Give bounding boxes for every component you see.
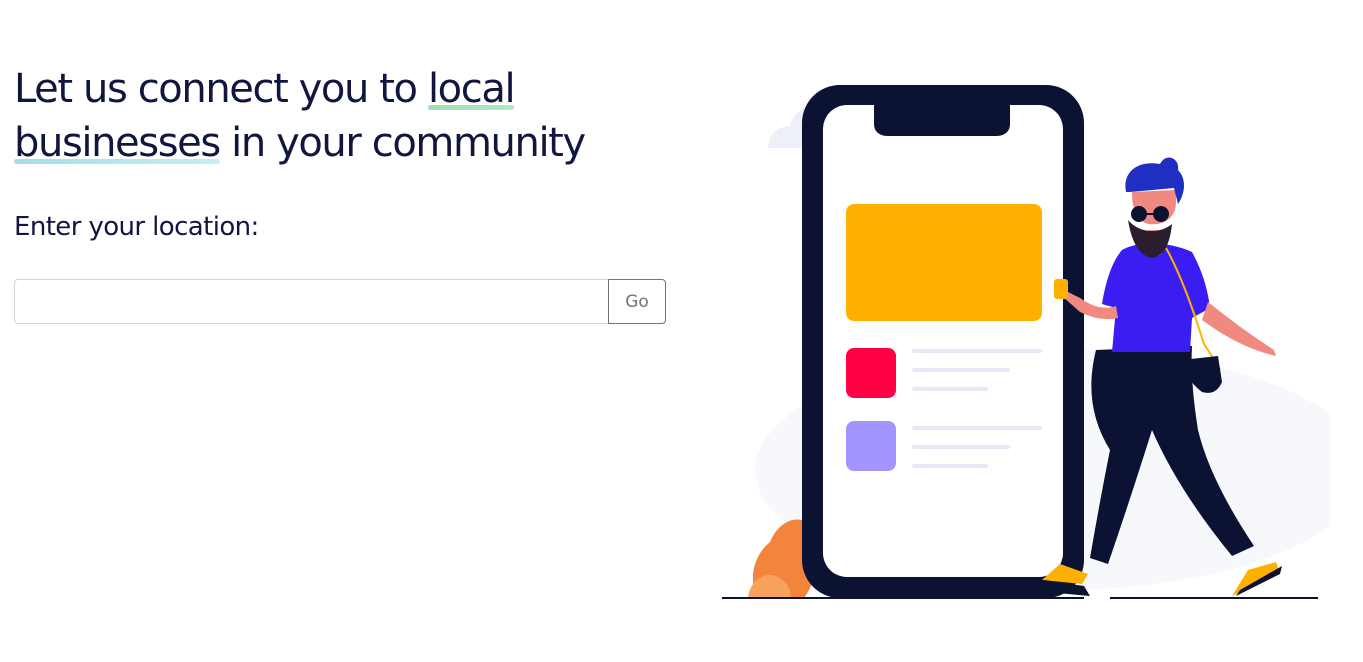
phone-notch	[874, 105, 1010, 136]
man-walking-with-phone-illustration	[722, 85, 1330, 599]
person-arm-right	[1202, 302, 1276, 356]
page: Let us connect you to local businesses in…	[0, 0, 1363, 662]
list-line	[912, 445, 1010, 449]
list-line	[912, 387, 988, 391]
sunglasses-lens	[1153, 206, 1169, 222]
headline-highlight-local: local	[427, 62, 516, 116]
coffee-cup	[1054, 279, 1068, 299]
headline-text-1: Let us connect you to	[14, 66, 428, 112]
phone-screen	[823, 105, 1063, 577]
list-line	[912, 426, 1042, 430]
yellow-card	[846, 204, 1042, 321]
purple-tile	[846, 421, 896, 471]
sunglasses-lens	[1131, 206, 1147, 222]
red-tile	[846, 348, 896, 398]
page-title: Let us connect you to local businesses in…	[14, 62, 674, 170]
person-shirt	[1102, 243, 1210, 352]
location-search-group: Go	[14, 279, 666, 324]
headline-highlight-businesses: businesses	[14, 116, 221, 170]
location-label: Enter your location:	[14, 212, 259, 242]
list-line	[912, 464, 988, 468]
list-line	[912, 349, 1042, 353]
list-line	[912, 368, 1010, 372]
go-button[interactable]: Go	[608, 279, 666, 324]
hero-section: Let us connect you to local businesses in…	[14, 62, 674, 324]
location-input[interactable]	[14, 279, 608, 324]
headline-text-2: in your community	[219, 120, 586, 166]
